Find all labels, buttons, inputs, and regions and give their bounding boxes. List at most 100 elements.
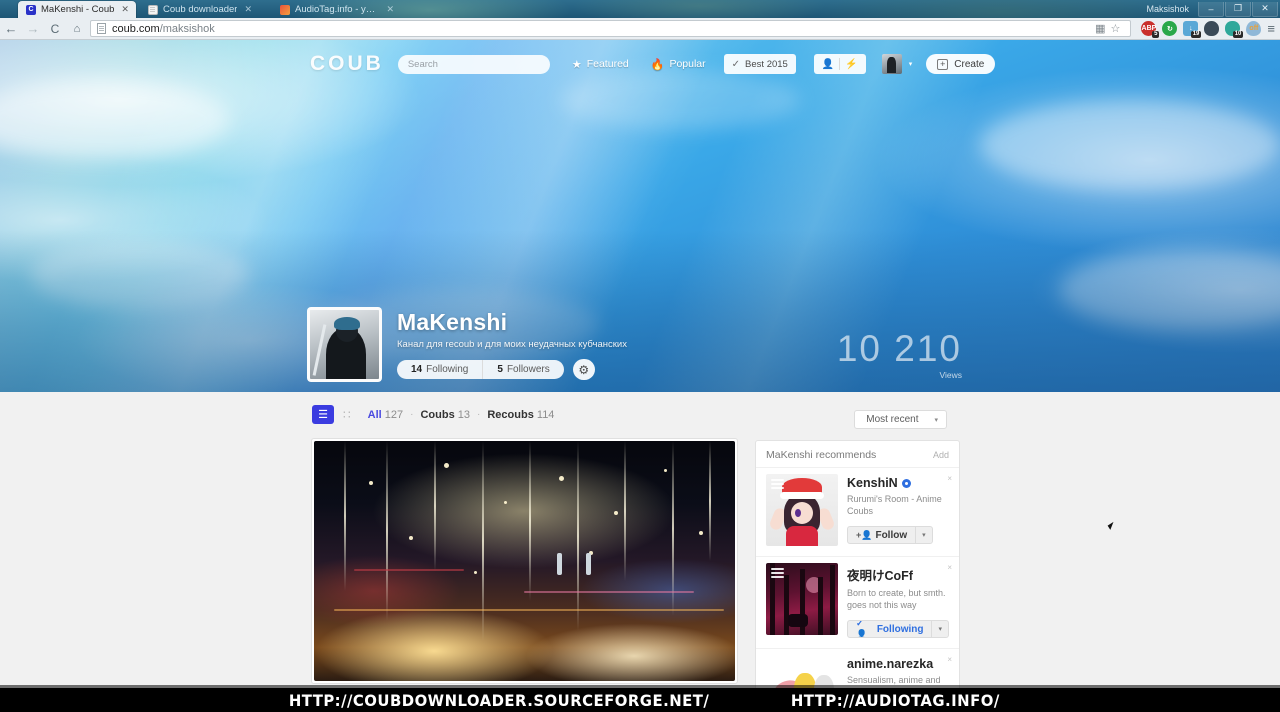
recommendations-title: MaKenshi recommends — [766, 449, 877, 461]
chevron-down-icon[interactable]: ▾ — [915, 527, 932, 544]
recommendation-name: KenshiN — [847, 476, 898, 490]
views-label: Views — [939, 370, 962, 380]
settings-gear-button[interactable]: ⚙ — [572, 359, 595, 380]
gear-icon: ⚙ — [578, 362, 590, 377]
list-view-button[interactable]: ☰ — [312, 405, 334, 424]
following-button-label: Following — [876, 623, 924, 635]
close-icon[interactable]: × — [947, 655, 952, 664]
recommendation-item[interactable]: × KenshiN Rurumi's Room - Anime Coubs +👤… — [756, 467, 959, 556]
following-label: Following — [426, 364, 469, 375]
tab-close-icon[interactable]: ✕ — [386, 4, 394, 15]
recommendation-name-row[interactable]: 夜明けCoFf — [847, 565, 949, 584]
create-button[interactable]: + Create — [926, 54, 996, 74]
browser-menu-icon[interactable]: ≡ — [1267, 21, 1280, 36]
download-badge: 19 — [1190, 31, 1202, 38]
followers-stat[interactable]: 5 Followers — [482, 360, 563, 379]
browser-tab-2[interactable]: AudioTag.info - your mu ✕ — [272, 1, 398, 18]
audiotag-favicon — [280, 4, 290, 15]
abp-icon[interactable]: ABP 5 — [1141, 21, 1160, 38]
sort-dropdown[interactable]: Most recent ▾ — [854, 410, 947, 429]
filter-separator: · — [410, 409, 414, 420]
filter-coubs[interactable]: Coubs 13 — [420, 409, 470, 421]
grid-view-button[interactable]: ∷ — [343, 407, 351, 422]
coub-card[interactable] — [311, 438, 738, 684]
verified-badge-icon — [901, 478, 911, 488]
tab-strip: C MaKenshi - Coub ✕ Coub downloader ✕ Au… — [0, 0, 1280, 18]
close-icon[interactable]: × — [947, 474, 952, 483]
download-extension-icon[interactable]: ↓ 19 — [1183, 21, 1202, 38]
grid-view-icon: ∷ — [343, 407, 351, 422]
extension-bar: ABP 5 ↻ ↓ 19 10 off — [1135, 21, 1267, 38]
coub-page: COUB Search ★ Featured 🔥 Popular ✓ Best … — [0, 40, 1280, 712]
coub-logo[interactable]: COUB — [310, 52, 384, 76]
nav-notifications-group[interactable]: 👤 ⚡ — [813, 54, 866, 74]
menu-icon — [771, 479, 784, 489]
back-icon[interactable]: ← — [0, 21, 22, 36]
profile-block: MaKenshi Канал для recoub и для моих неу… — [307, 307, 627, 392]
browser-tab-1[interactable]: Coub downloader ✕ — [140, 1, 268, 18]
filter-all[interactable]: All 127 — [368, 409, 403, 421]
recommendation-item[interactable]: × 夜明けCoFf Born to create, but smth. goes — [756, 556, 959, 648]
nav-popular[interactable]: 🔥 Popular — [651, 58, 706, 71]
filter-recoubs[interactable]: Recoubs 114 — [487, 409, 554, 421]
nav-best-2015[interactable]: ✓ Best 2015 — [723, 54, 796, 74]
chevron-down-icon[interactable]: ▾ — [931, 621, 948, 638]
follow-button-label: Follow — [875, 529, 908, 541]
minimize-button[interactable]: – — [1198, 1, 1224, 17]
filter-separator: · — [477, 409, 481, 420]
lightning-icon[interactable]: ⚡ — [845, 59, 857, 70]
forward-icon[interactable]: → — [22, 21, 44, 36]
cast-icon[interactable]: ▦ — [1095, 22, 1105, 35]
following-button[interactable]: ✓👤 Following ▾ — [847, 620, 949, 639]
check-person-icon: ✓👤 — [856, 620, 868, 639]
browser-tab-0[interactable]: C MaKenshi - Coub ✕ — [18, 1, 136, 18]
url-domain: coub.com — [112, 22, 160, 35]
recommendation-name: 夜明けCoFf — [847, 569, 913, 583]
coub-thumbnail[interactable] — [314, 441, 735, 681]
recommendation-thumbnail[interactable] — [766, 474, 838, 546]
profile-cover: COUB Search ★ Featured 🔥 Popular ✓ Best … — [0, 40, 1280, 392]
url-path: /maksishok — [159, 22, 215, 35]
maximize-button[interactable]: ❐ — [1225, 1, 1251, 17]
page-info-icon[interactable] — [97, 23, 106, 34]
tab-title: AudioTag.info - your mu — [295, 4, 380, 15]
refresh-extension-icon[interactable]: ↻ — [1162, 21, 1178, 36]
following-stat[interactable]: 14 Following — [397, 360, 482, 379]
user-avatar[interactable] — [881, 54, 902, 74]
window-title: Maksishok — [1146, 4, 1189, 14]
search-placeholder: Search — [407, 58, 438, 70]
video-extension-icon[interactable]: 10 — [1225, 21, 1244, 38]
recommendation-name-row[interactable]: KenshiN — [847, 476, 949, 490]
add-recommendation-link[interactable]: Add — [933, 450, 949, 460]
recommendation-description: Born to create, but smth. goes not this … — [847, 588, 946, 611]
home-icon[interactable]: ⌂ — [66, 23, 88, 35]
views-number: 10 210 — [836, 328, 962, 369]
close-icon[interactable]: × — [947, 563, 952, 572]
recommendations-panel: MaKenshi recommends Add × KenshiN Rurumi… — [755, 440, 960, 712]
tab-close-icon[interactable]: ✕ — [121, 4, 129, 15]
tab-title: Coub downloader — [163, 4, 238, 15]
chevron-down-icon[interactable]: ▾ — [909, 60, 913, 68]
follow-button[interactable]: +👤 Follow ▾ — [847, 526, 933, 545]
close-button[interactable]: ✕ — [1252, 1, 1278, 17]
profile-stats: 14 Following 5 Followers ⚙ — [397, 359, 627, 380]
reload-icon[interactable]: C — [44, 22, 66, 36]
shield-extension-icon[interactable] — [1204, 21, 1220, 36]
browser-toolbar: ← → C ⌂ coub.com/maksishok ▦ ☆ ABP 5 ↻ ↓ — [0, 18, 1280, 40]
recommendation-description: Rurumi's Room - Anime Coubs — [847, 494, 942, 517]
filter-bar: ☰ ∷ All 127 · Coubs 13 · Recoubs 114 Mos… — [0, 402, 1280, 429]
droplet-extension-icon[interactable]: off — [1246, 21, 1262, 36]
sort-value: Most recent — [866, 414, 919, 425]
address-bar[interactable]: coub.com/maksishok ▦ ☆ — [90, 20, 1132, 37]
person-icon[interactable]: 👤 — [822, 59, 834, 70]
recommendation-name-row[interactable]: anime.narezka — [847, 657, 949, 671]
promo-banner: HTTP://COUBDOWNLOADER.SOURCEFORGE.NET/ H… — [0, 688, 1280, 712]
tab-close-icon[interactable]: ✕ — [244, 4, 252, 15]
filter-all-label: All — [367, 408, 382, 421]
search-input[interactable]: Search — [397, 54, 550, 74]
star-icon[interactable]: ☆ — [1111, 22, 1121, 35]
nav-featured[interactable]: ★ Featured — [572, 58, 629, 71]
profile-avatar[interactable] — [307, 307, 382, 382]
following-count: 14 — [411, 364, 423, 375]
recommendation-thumbnail[interactable] — [766, 563, 838, 635]
